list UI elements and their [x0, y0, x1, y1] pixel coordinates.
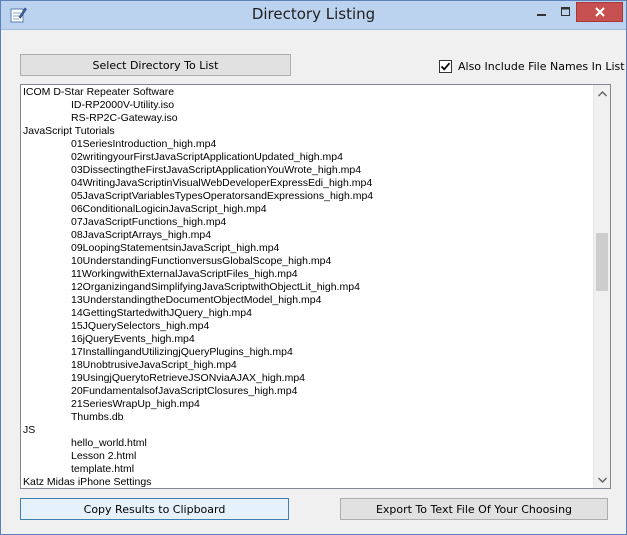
file-entry: 02writingyourFirstJavaScriptApplicationU…: [71, 151, 343, 163]
minimize-icon: [537, 14, 546, 16]
minimize-button[interactable]: [530, 2, 554, 22]
file-entry: 15JQuerySelectors_high.mp4: [71, 320, 210, 332]
scroll-down-button[interactable]: [594, 471, 610, 488]
file-entry: hello_world.html: [71, 437, 147, 449]
maximize-button[interactable]: [554, 2, 578, 22]
vertical-scrollbar[interactable]: [593, 85, 610, 488]
chevron-down-icon: [597, 477, 607, 483]
file-entry: RS-RP2C-Gateway.iso: [71, 112, 178, 124]
file-entry: 07JavaScriptFunctions_high.mp4: [71, 216, 227, 228]
select-directory-button[interactable]: Select Directory To List: [20, 54, 291, 76]
file-entry: Thumbs.db: [71, 411, 124, 423]
file-entry: 01SeriesIntroduction_high.mp4: [71, 138, 217, 150]
file-entry: 14GettingStartedwithJQuery_high.mp4: [71, 307, 252, 319]
file-entry: 09LoopingStatementsinJavaScript_high.mp4: [71, 242, 280, 254]
file-entry: 08JavaScriptArrays_high.mp4: [71, 229, 212, 241]
listing-content: ICOM D-Star Repeater Software ID-RP2000V-…: [21, 86, 593, 488]
copy-to-clipboard-label: Copy Results to Clipboard: [83, 502, 226, 516]
file-entry: 04WritingJavaScriptinVisualWebDeveloperE…: [71, 177, 373, 189]
directory-listing-box[interactable]: ICOM D-Star Repeater Software ID-RP2000V-…: [20, 84, 611, 489]
export-to-file-button[interactable]: Export To Text File Of Your Choosing: [340, 498, 608, 520]
directory-listing-window: Directory Listing Select Directory To Li…: [0, 0, 627, 535]
file-entry: 10UnderstandingFunctionversusGlobalScope…: [71, 255, 332, 267]
scroll-thumb[interactable]: [596, 233, 608, 291]
scroll-up-button[interactable]: [594, 85, 610, 102]
maximize-icon: [561, 7, 570, 16]
close-icon: [594, 7, 605, 17]
chevron-up-icon: [597, 90, 607, 96]
file-entry: 11WorkingwithExternalJavaScriptFiles_hig…: [71, 268, 298, 280]
folder-entry: Katz Midas iPhone Settings: [23, 476, 152, 488]
file-entry: 17InstallingandUtilizingjQueryPlugins_hi…: [71, 346, 293, 358]
include-file-names-label: Also Include File Names In List: [458, 59, 625, 73]
folder-entry: ICOM D-Star Repeater Software: [23, 86, 175, 98]
file-entry: 20FundamentalsofJavaScriptClosures_high.…: [71, 385, 298, 397]
pencil-app-icon[interactable]: [9, 6, 27, 24]
client-area: Select Directory To List Also Include Fi…: [9, 31, 625, 526]
file-entry: template.html: [71, 463, 135, 475]
copy-to-clipboard-button[interactable]: Copy Results to Clipboard: [20, 498, 289, 520]
export-to-file-label: Export To Text File Of Your Choosing: [375, 502, 573, 516]
title-bar[interactable]: Directory Listing: [1, 1, 626, 30]
folder-entry: JS: [23, 424, 36, 436]
file-entry: 06ConditionalLogicinJavaScript_high.mp4: [71, 203, 267, 215]
file-entry: 12OrganizingandSimplifyingJavaScriptwith…: [71, 281, 360, 293]
file-entry: 21SeriesWrapUp_high.mp4: [71, 398, 200, 410]
file-entry: Lesson 2.html: [71, 450, 137, 462]
file-entry: ID-RP2000V-Utility.iso: [71, 99, 175, 111]
file-entry: 13UnderstandingtheDocumentObjectModel_hi…: [71, 294, 322, 306]
file-entry: 05JavaScriptVariablesTypesOperatorsandEx…: [71, 190, 374, 202]
checkmark-icon: [440, 62, 451, 71]
include-file-names-option[interactable]: Also Include File Names In List: [439, 58, 625, 74]
file-entry: 16jQueryEvents_high.mp4: [71, 333, 195, 345]
close-button[interactable]: [576, 2, 623, 22]
folder-entry: JavaScript Tutorials: [23, 125, 115, 137]
include-file-names-checkbox[interactable]: [439, 59, 452, 73]
file-entry: 19UsingjQuerytoRetrieveJSONviaAJAX_high.…: [71, 372, 306, 384]
select-directory-label: Select Directory To List: [92, 58, 219, 72]
file-entry: 03DissectingtheFirstJavaScriptApplicatio…: [71, 164, 362, 176]
file-entry: 18UnobtrusiveJavaScript_high.mp4: [71, 359, 237, 371]
